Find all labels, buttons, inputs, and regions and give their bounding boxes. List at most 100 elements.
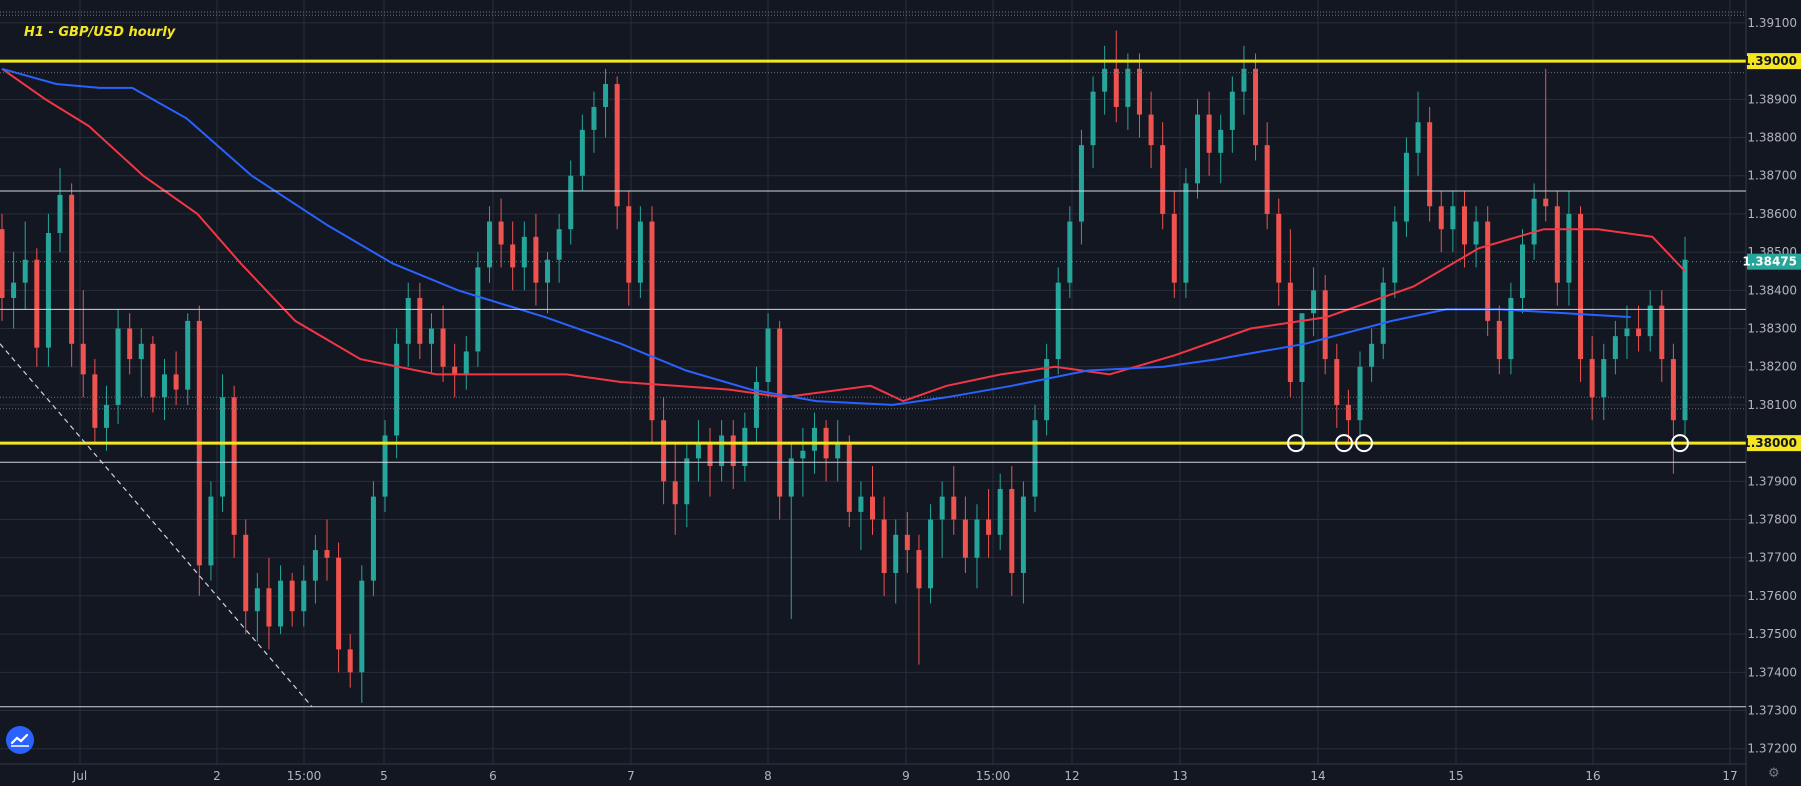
candle-body — [1659, 305, 1665, 360]
candle-body — [521, 236, 527, 268]
brand-logo-icon[interactable] — [6, 726, 34, 754]
candle-body — [1299, 313, 1305, 382]
candle-body — [1125, 68, 1131, 107]
candle-body — [231, 397, 237, 535]
y-tick-label: 1.38200 — [1747, 360, 1797, 374]
candle-body — [881, 519, 887, 573]
candle-body — [1496, 320, 1502, 360]
candle-body — [486, 221, 492, 268]
x-tick-label: 12 — [1064, 769, 1079, 783]
candle-body — [92, 374, 98, 428]
candle-body — [254, 588, 260, 612]
candle-body — [579, 129, 585, 176]
candle-body — [1369, 343, 1375, 367]
candle-body — [173, 374, 179, 390]
candle-body — [1508, 297, 1514, 360]
candle-body — [220, 397, 226, 497]
y-tick-label: 1.38300 — [1747, 322, 1797, 336]
candle-body — [893, 534, 899, 573]
candle-body — [777, 328, 783, 497]
x-tick-label: 5 — [380, 769, 388, 783]
candle-body — [1218, 129, 1224, 153]
candle-body — [1450, 206, 1456, 230]
x-tick-label: Jul — [72, 769, 87, 783]
candle-body — [1554, 206, 1560, 283]
candle-body — [440, 328, 446, 367]
candle-body — [1647, 305, 1653, 337]
candle-body — [498, 221, 504, 245]
candle-body — [1520, 244, 1526, 298]
x-tick-label: 8 — [764, 769, 772, 783]
candle-body — [185, 320, 191, 390]
candle-body — [243, 534, 249, 612]
chart-background — [0, 0, 1801, 786]
candle-body — [11, 282, 17, 298]
candle-body — [1601, 359, 1607, 398]
candle-body — [115, 328, 121, 405]
candle-body — [858, 496, 864, 512]
candle-body — [1148, 114, 1154, 146]
y-tick-label: 1.37200 — [1747, 742, 1797, 756]
candle-body — [417, 297, 423, 344]
candle-body — [428, 328, 434, 344]
x-tick-label: 13 — [1172, 769, 1187, 783]
candle-body — [1206, 114, 1212, 153]
candle-body — [939, 496, 945, 520]
x-tick-label: 15:00 — [287, 769, 322, 783]
y-tick-label: 1.37500 — [1747, 627, 1797, 641]
x-tick-label: 9 — [902, 769, 910, 783]
candle-body — [1531, 198, 1537, 245]
candle-body — [1473, 221, 1479, 245]
y-tick-label: 1.38800 — [1747, 131, 1797, 145]
candle-body — [1287, 282, 1293, 382]
candle-body — [846, 443, 852, 512]
candle-body — [266, 588, 272, 627]
candle-body — [34, 259, 40, 348]
y-tick-label: 1.38400 — [1747, 283, 1797, 297]
candle-body — [510, 244, 516, 268]
candle-body — [22, 259, 28, 283]
candle-body — [765, 328, 771, 382]
candle-body — [614, 84, 620, 207]
candle-body — [1020, 496, 1026, 573]
candle-body — [1334, 359, 1340, 405]
candle-body — [347, 649, 353, 673]
candle-body — [591, 106, 597, 130]
chart-title: H1 - GBP/USD hourly — [24, 25, 176, 40]
y-tick-label: 1.39100 — [1747, 16, 1797, 30]
current-price-badge: 1.38475 — [1742, 255, 1797, 269]
candle-body — [684, 458, 690, 505]
candle-body — [1253, 68, 1259, 146]
candle-body — [951, 496, 957, 520]
candle-body — [289, 580, 295, 612]
x-tick-label: 16 — [1585, 769, 1600, 783]
candle-body — [672, 481, 678, 505]
candle-body — [1264, 145, 1270, 214]
y-tick-label: 1.38100 — [1747, 398, 1797, 412]
candle-body — [138, 343, 144, 360]
settings-gear-icon[interactable]: ⚙ — [1768, 766, 1782, 781]
candle-body — [336, 557, 342, 650]
candle-body — [1067, 221, 1073, 283]
candle-body — [1380, 282, 1386, 344]
candle-body — [811, 427, 817, 451]
x-tick-label: 2 — [213, 769, 221, 783]
support-price-badge: 1.38000 — [1742, 436, 1797, 450]
candle-body — [962, 519, 968, 558]
candle-body — [208, 496, 214, 566]
y-tick-label: 1.38600 — [1747, 207, 1797, 221]
candle-body — [568, 175, 574, 230]
candle-body — [382, 435, 388, 497]
price-chart[interactable]: Jul 2 15:00 5 6 7 8 9 15:00 12 13 14 15 16 17 1.37200 1.… — [0, 0, 1801, 786]
candle-body — [1392, 221, 1398, 283]
candle-body — [626, 206, 632, 283]
y-tick-label: 1.38900 — [1747, 92, 1797, 106]
candle-body — [405, 297, 411, 344]
x-tick-label: 14 — [1310, 769, 1325, 783]
candle-body — [1113, 68, 1119, 107]
candle-body — [359, 580, 365, 673]
candle-body — [301, 580, 307, 612]
candle-body — [394, 343, 400, 436]
candle-body — [1578, 213, 1584, 360]
candle-body — [45, 233, 51, 348]
